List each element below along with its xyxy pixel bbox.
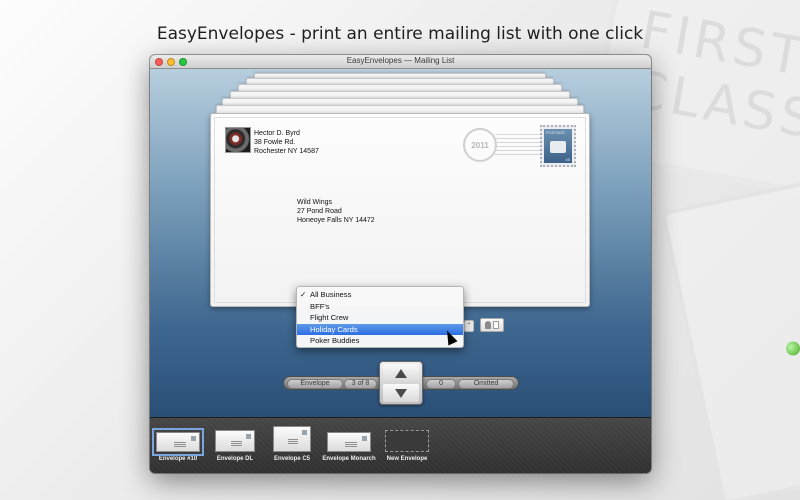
background-envelope-graphic [660, 174, 800, 500]
next-envelope-button[interactable] [383, 384, 419, 402]
envelope-position: 3 of 8 [344, 379, 377, 389]
printer-icon [550, 141, 566, 153]
sender-photo[interactable] [225, 127, 251, 153]
menu-item-label: All Business [310, 290, 352, 299]
window-title: EasyEnvelopes — Mailing List [346, 56, 455, 65]
envelope-size-label: New Envelope [386, 456, 428, 462]
stamp-mini-icon [246, 434, 251, 439]
return-address-line: 38 Fowle Rd. [254, 139, 296, 146]
stamp-artwork: POSTAGE 45 [544, 129, 572, 163]
recipient-address-line: Honeoye Falls NY 14472 [297, 217, 375, 224]
envelope-size-item[interactable]: Envelope Monarch [322, 427, 376, 462]
envelope-size-label: Envelope #10 [158, 456, 198, 462]
promo-headline: EasyEnvelopes - print an entire mailing … [156, 24, 644, 44]
omitted-count: 0 [426, 379, 456, 389]
menu-item-flight-crew[interactable]: Flight Crew [297, 312, 463, 324]
envelope-thumbnail[interactable] [273, 426, 311, 452]
envelope-thumbnail[interactable] [327, 432, 371, 452]
postmark-year: 2011 [471, 140, 489, 150]
envelope-preview[interactable]: Hector D. Byrd 38 Fowle Rd. Rochester NY… [210, 113, 590, 348]
menu-item-label: BFF's [310, 301, 330, 311]
new-envelope-thumbnail[interactable] [385, 430, 429, 452]
menu-item-label: Flight Crew [310, 313, 349, 322]
stamp-mini-icon [302, 430, 307, 435]
app-window: EasyEnvelopes — Mailing List Hector D. B… [150, 55, 651, 473]
envelope-size-label: Envelope DL [216, 456, 254, 462]
background-indicator-dot [784, 340, 800, 357]
envelope-size-item[interactable]: Envelope C5 [270, 426, 314, 462]
postmark-cancellation-lines [494, 134, 542, 158]
menu-item-bffs[interactable]: BFF's [297, 301, 463, 313]
contact-group-menu: ✓ All Business BFF's Flight Crew Holiday… [296, 286, 464, 348]
envelope-size-item[interactable]: Envelope DL [214, 427, 256, 462]
stamp-label: POSTAGE [546, 130, 566, 135]
postage-stamp-icon[interactable]: POSTAGE 45 [540, 125, 576, 167]
stamp-mini-icon [362, 436, 367, 441]
omitted-label-pill: Omitted [458, 379, 514, 389]
arrow-up-icon [395, 368, 407, 378]
stamp-mini-icon [191, 436, 196, 441]
address-lines-icon [344, 441, 357, 448]
window-titlebar[interactable]: EasyEnvelopes — Mailing List [150, 55, 651, 69]
menu-item-holiday-cards[interactable]: Holiday Cards [297, 323, 463, 335]
address-lines-icon [173, 441, 186, 448]
address-lines-icon [288, 437, 299, 444]
person-icon [485, 321, 491, 329]
stamp-value: 45 [565, 157, 570, 162]
envelope-size-label: Envelope C5 [273, 456, 310, 462]
envelope-label-pill: Envelope [287, 379, 343, 389]
menu-item-label: Poker Buddies [310, 336, 360, 345]
address-lines-icon [231, 440, 242, 446]
envelope-workspace: Hector D. Byrd 38 Fowle Rd. Rochester NY… [150, 69, 651, 417]
return-address[interactable]: Hector D. Byrd 38 Fowle Rd. Rochester NY… [254, 129, 319, 156]
postmark-icon: 2011 [463, 128, 497, 162]
arrow-down-icon [395, 388, 407, 398]
popup-chevron-icon[interactable]: ⌃ [464, 320, 474, 332]
recipient-address-line: 27 Pond Road [297, 208, 342, 215]
envelope-thumbnail[interactable] [215, 430, 255, 452]
recipient-address-line: Wild Wings [297, 199, 333, 206]
envelope-size-picker: Envelope #10 Envelope DL Envelope C5 Env… [150, 417, 651, 473]
envelope-stepper [379, 361, 423, 405]
card-icon [493, 321, 499, 329]
return-address-line: Rochester NY 14587 [254, 148, 319, 155]
menu-item-label: Holiday Cards [310, 324, 358, 334]
envelope-size-label: Envelope Monarch [322, 456, 376, 462]
menu-item-all-business[interactable]: ✓ All Business [297, 289, 463, 301]
envelope-thumbnail[interactable] [152, 428, 204, 456]
envelope-size-item[interactable]: Envelope #10 [152, 427, 204, 462]
recipient-address[interactable]: Wild Wings 27 Pond Road Honeoye Falls NY… [297, 198, 375, 225]
address-book-button[interactable] [480, 318, 504, 332]
menu-item-poker-buddies[interactable]: Poker Buddies [297, 335, 463, 347]
checkmark-icon: ✓ [300, 290, 307, 299]
envelope-size-item[interactable]: New Envelope [384, 427, 430, 462]
return-address-line: Hector D. Byrd [254, 130, 300, 137]
previous-envelope-button[interactable] [383, 364, 419, 382]
